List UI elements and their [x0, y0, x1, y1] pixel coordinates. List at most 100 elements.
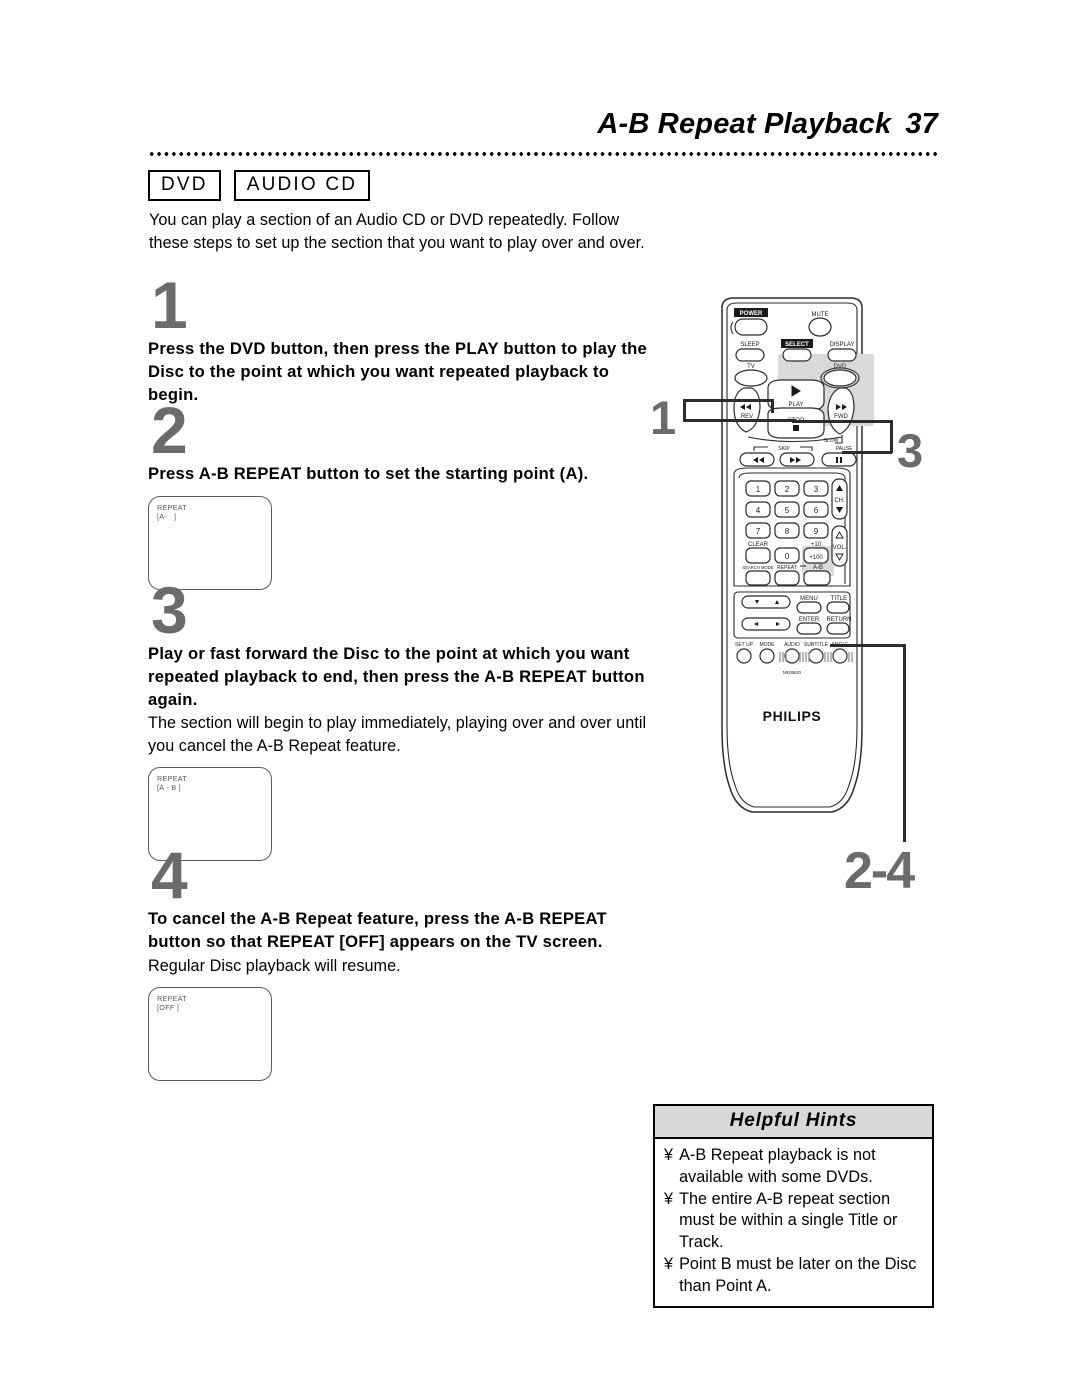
- disc-badge-audio-cd: AUDIO CD: [233, 170, 371, 201]
- search-mode-button[interactable]: SEARCH MODE: [742, 565, 774, 586]
- step-1-heading: Press the DVD button, then press the PLA…: [148, 339, 648, 404]
- svg-text:SLEEP: SLEEP: [740, 342, 759, 348]
- tv-osd-line1: REPEAT: [157, 503, 188, 513]
- svg-text:AUDIO: AUDIO: [784, 642, 800, 648]
- mode-button[interactable]: MODE: [759, 642, 776, 664]
- svg-text:0: 0: [785, 552, 790, 561]
- svg-text:RETURN: RETURN: [827, 617, 852, 623]
- svg-text:VOL.: VOL.: [833, 545, 847, 551]
- helpful-hints-list: ¥ A-B Repeat playback is not available w…: [655, 1139, 932, 1306]
- page-title: A-B Repeat Playback 37: [597, 108, 938, 141]
- hint-text: A-B Repeat playback is not available wit…: [679, 1146, 876, 1186]
- callout-number-1: 1: [650, 391, 676, 444]
- tv-osd-step-2: REPEAT [A- ]: [157, 503, 187, 522]
- volume-rocker[interactable]: VOL.: [831, 525, 848, 567]
- step-4: 4 To cancel the A-B Repeat feature, pres…: [148, 842, 658, 1082]
- step-2-number: 2: [151, 393, 188, 467]
- step-3-heading: Play or fast forward the Disc to the poi…: [148, 644, 645, 709]
- svg-text:7: 7: [756, 527, 761, 536]
- svg-text:DISPLAY: DISPLAY: [830, 342, 855, 348]
- svg-text:8: 8: [785, 527, 790, 536]
- svg-text:TITLE: TITLE: [831, 596, 847, 602]
- skip-back-button[interactable]: [739, 452, 775, 467]
- callout-2-4-line-vertical: [903, 644, 906, 842]
- display-button[interactable]: DISPLAY: [827, 342, 857, 362]
- disc-type-badges: DVD AUDIO CD: [148, 170, 371, 201]
- callout-3-line-lower: [842, 451, 892, 454]
- tv-osd-step-3: REPEAT [A - B ]: [157, 774, 187, 793]
- number-keys[interactable]: 1 2 3 4 5 6 7 8 9: [745, 480, 829, 539]
- step-3-body: The section will begin to play immediate…: [148, 714, 647, 755]
- callout-1-tick-dvd: [771, 399, 774, 413]
- channel-rocker[interactable]: CH.: [831, 478, 848, 520]
- step-4-body: Regular Disc playback will resume.: [148, 956, 401, 975]
- disc-badge-dvd: DVD: [148, 170, 221, 201]
- svg-text:SET UP: SET UP: [735, 642, 754, 648]
- helpful-hints-box: Helpful Hints ¥ A-B Repeat playback is n…: [653, 1104, 934, 1308]
- helpful-hints-title: Helpful Hints: [655, 1106, 932, 1139]
- svg-text:3: 3: [814, 485, 819, 494]
- stop-button[interactable]: STOP: [767, 407, 825, 439]
- hint-text: The entire A-B repeat section must be wi…: [679, 1189, 898, 1252]
- repeat-button[interactable]: REPEAT: [774, 565, 800, 586]
- tv-osd-step-4: REPEAT [OFF ]: [157, 994, 187, 1013]
- left-right-rocker[interactable]: [741, 617, 791, 631]
- tv-osd-line2: [A - B ]: [157, 783, 181, 793]
- step-1: 1 Press the DVD button, then press the P…: [148, 272, 658, 406]
- tv-osd-line2: [A- ]: [157, 512, 177, 522]
- callout-number-2-4: 2-4: [844, 842, 915, 900]
- enter-button[interactable]: ENTER: [796, 617, 822, 635]
- svg-text:DVD: DVD: [834, 364, 847, 370]
- svg-text:A-B: A-B: [813, 565, 823, 571]
- title-button[interactable]: TITLE: [826, 596, 850, 614]
- svg-text:MUTE: MUTE: [812, 312, 829, 318]
- select-button[interactable]: SELECT: [781, 339, 813, 362]
- svg-text:2: 2: [785, 485, 790, 494]
- remote-model-code: N9286UD: [783, 670, 801, 675]
- callout-number-3: 3: [897, 424, 923, 477]
- svg-text:PLAY: PLAY: [789, 402, 804, 408]
- svg-text:9: 9: [814, 527, 819, 536]
- remote-control-figure: .bd { fill:#fff; stroke:#2b2b2b; stroke-…: [692, 296, 892, 816]
- tv-screen-step-4: REPEAT [OFF ]: [148, 987, 272, 1082]
- power-button[interactable]: POWER: [730, 308, 768, 336]
- svg-text:ENTER: ENTER: [799, 617, 820, 623]
- tv-osd-line1: REPEAT: [157, 774, 188, 784]
- play-button[interactable]: PLAY: [767, 379, 825, 411]
- svg-text:5: 5: [785, 506, 790, 515]
- step-2: 2 Press A-B REPEAT button to set the sta…: [148, 393, 658, 591]
- step-3-number: 3: [151, 573, 188, 647]
- page-title-text: A-B Repeat Playback: [597, 108, 892, 140]
- callout-1-line-lower: [683, 419, 796, 422]
- callout-2-4-line-horizontal: [830, 644, 905, 647]
- svg-text:CH.: CH.: [834, 498, 845, 504]
- pause-button[interactable]: [821, 452, 857, 467]
- philips-logo: PHILIPS: [763, 708, 822, 724]
- svg-text:SKIP: SKIP: [778, 446, 790, 452]
- svg-text:SELECT: SELECT: [785, 342, 809, 348]
- zero-button[interactable]: 0: [774, 547, 800, 564]
- up-down-rocker[interactable]: [741, 595, 791, 609]
- menu-button[interactable]: MENU: [796, 596, 822, 614]
- svg-text:CLEAR: CLEAR: [748, 542, 769, 548]
- svg-text:SEARCH MODE: SEARCH MODE: [742, 565, 773, 570]
- hint-bullet-icon: ¥: [664, 1189, 674, 1208]
- hint-item: ¥ Point B must be later on the Disc than…: [664, 1254, 927, 1298]
- header-dotted-rule: [148, 152, 938, 156]
- callout-3-line-upper: [792, 420, 892, 423]
- callout-1-line-vertical: [683, 399, 686, 421]
- page-header: A-B Repeat Playback 37: [148, 108, 938, 158]
- tv-osd-line1: REPEAT: [157, 994, 188, 1004]
- intro-paragraph: You can play a section of an Audio CD or…: [149, 211, 645, 252]
- svg-text:TV: TV: [747, 364, 755, 370]
- hint-bullet-icon: ¥: [664, 1146, 674, 1164]
- clear-button[interactable]: CLEAR: [745, 542, 771, 564]
- mute-button[interactable]: MUTE: [808, 312, 832, 337]
- skip-forward-button[interactable]: [779, 452, 815, 467]
- hint-item: ¥ A-B Repeat playback is not available w…: [664, 1145, 927, 1189]
- hint-item: ¥ The entire A-B repeat section must be …: [664, 1189, 927, 1254]
- svg-text:SUBTITLE: SUBTITLE: [804, 642, 829, 648]
- return-button[interactable]: RETURN: [826, 617, 852, 635]
- callout-3-line-vertical: [890, 420, 893, 453]
- tv-osd-line2: [OFF ]: [157, 1003, 180, 1013]
